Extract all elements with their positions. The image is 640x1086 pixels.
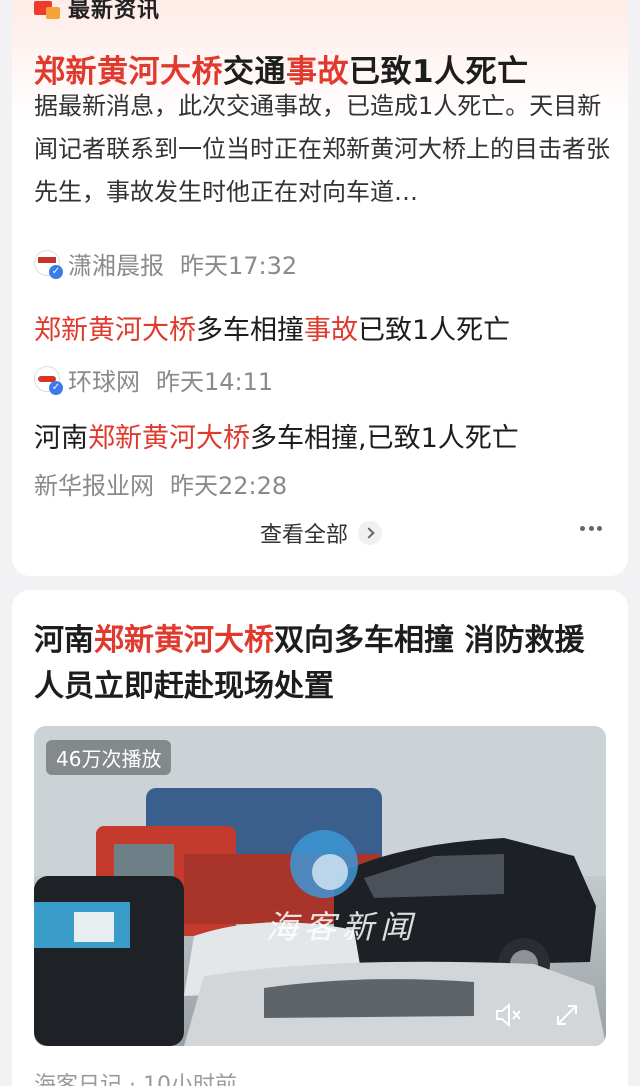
xiaoxiang-logo-icon	[34, 250, 63, 279]
video-source-row: 海客日记 · 10小时前	[34, 1073, 237, 1086]
timestamp: 昨天17:32	[180, 251, 298, 280]
play-count-badge: 46万次播放	[46, 740, 172, 775]
mute-icon[interactable]	[492, 1000, 522, 1030]
huanqiu-logo-icon	[34, 366, 63, 395]
section-header: 最新资讯	[34, 0, 161, 23]
source-name[interactable]: 潇湘晨报	[68, 246, 164, 281]
view-all-label: 查看全部	[260, 523, 349, 548]
main-summary[interactable]: 据最新消息，此次交通事故，已造成1人死亡。天目新闻记者联系到一位当时正在郑新黄河…	[34, 85, 616, 214]
news-item-3-title[interactable]: 河南郑新黄河大桥多车相撞,已致1人死亡	[34, 416, 519, 455]
more-options-icon[interactable]	[580, 526, 602, 532]
news-card: 最新资讯 郑新黄河大桥交通事故已致1人死亡 据最新消息，此次交通事故，已造成1人…	[12, 0, 628, 576]
video-article-card[interactable]: 河南郑新黄河大桥双向多车相撞 消防救援人员立即赶赴现场处置 46万次播放 海客新…	[12, 590, 628, 1086]
source-name[interactable]: 环球网	[68, 362, 140, 397]
item2-source-row: 环球网 昨天14:11	[34, 362, 273, 396]
timestamp: 昨天22:28	[170, 471, 288, 500]
video-article-title[interactable]: 河南郑新黄河大桥双向多车相撞 消防救援人员立即赶赴现场处置	[34, 618, 614, 710]
view-all-button[interactable]: 查看全部	[260, 516, 383, 550]
chevron-right-icon	[358, 521, 383, 545]
news-item-2-title[interactable]: 郑新黄河大桥多车相撞事故已致1人死亡	[34, 308, 510, 347]
video-thumbnail[interactable]: 46万次播放 海客新闻	[34, 726, 606, 1046]
main-source-row: 潇湘晨报 昨天17:32	[34, 246, 297, 280]
source-name[interactable]: 新华报业网	[34, 466, 154, 501]
item3-source-row: 新华报业网 昨天22:28	[34, 466, 287, 500]
timestamp: 昨天14:11	[156, 367, 274, 396]
section-title: 最新资讯	[68, 0, 161, 23]
news-flag-icon	[34, 0, 60, 19]
fullscreen-icon[interactable]	[552, 1000, 582, 1030]
video-watermark: 海客新闻	[266, 908, 419, 946]
